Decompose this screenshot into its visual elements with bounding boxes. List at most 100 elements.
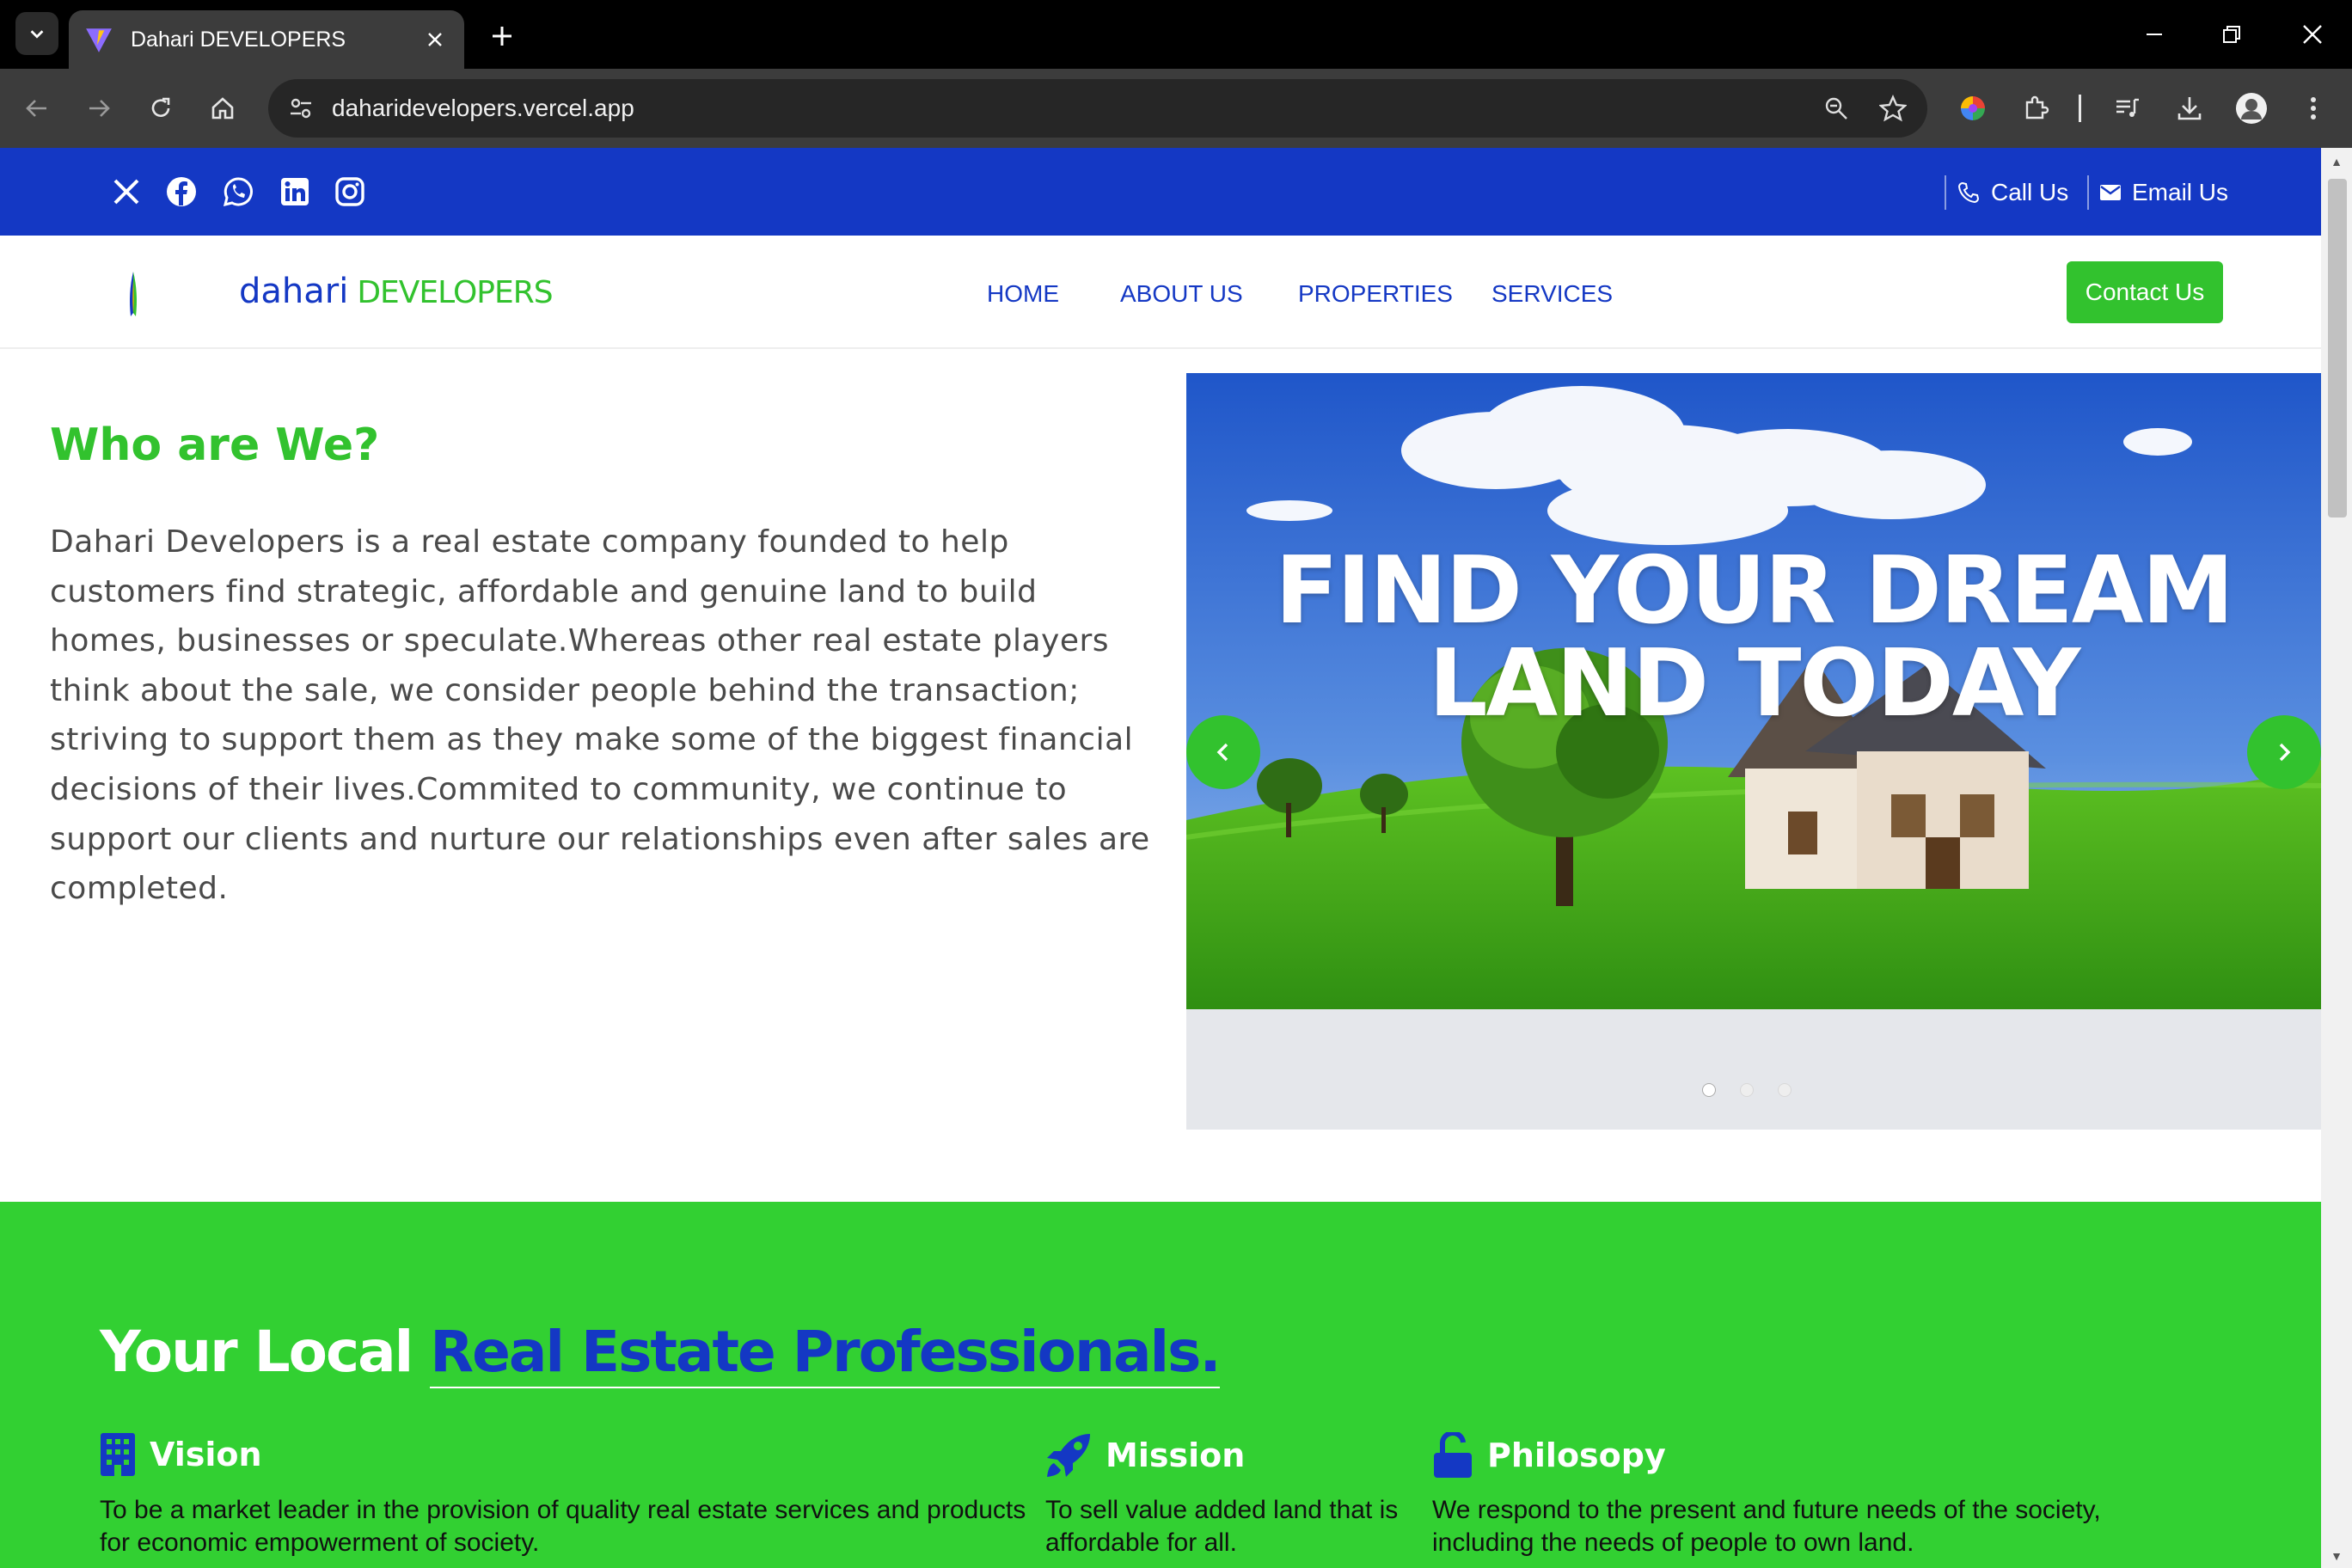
tab-search-button[interactable] [15, 12, 58, 55]
tab-title: Dahari DEVELOPERS [131, 27, 346, 52]
puzzle-icon [2025, 95, 2049, 119]
tune-icon [291, 98, 311, 119]
arrow-right-icon [89, 100, 110, 117]
avatar-icon [2236, 93, 2267, 124]
brand-logo-text[interactable]: dahari DEVELOPERS [239, 272, 554, 311]
download-icon [2177, 97, 2202, 120]
call-us-link[interactable]: Call Us [1945, 175, 2068, 210]
nav-properties[interactable]: PROPERTIES [1298, 280, 1453, 308]
call-us-label: Call Us [1991, 179, 2069, 205]
browser-tab-strip: Dahari DEVELOPERS [0, 0, 2352, 69]
minimize-icon [2147, 34, 2162, 35]
tab-close-button[interactable] [418, 22, 452, 57]
linkedin-icon [281, 178, 309, 205]
browser-toolbar: daharidevelopers.vercel.app [0, 69, 2352, 148]
email-us-link[interactable]: Email Us [2087, 175, 2228, 210]
about-paragraph: Dahari Developers is a real estate compa… [50, 524, 1150, 907]
brand-name: dahari [239, 272, 349, 311]
restore-icon [2223, 26, 2240, 43]
toolbar-separator [2079, 95, 2081, 122]
extensions-button[interactable] [2015, 87, 2058, 130]
chevron-down-icon [30, 30, 44, 39]
facebook-icon [167, 177, 196, 206]
mission-heading: Mission [1045, 1432, 1245, 1479]
nav-home[interactable]: HOME [987, 280, 1059, 308]
instagram-social-link[interactable] [332, 174, 368, 210]
phone-icon [1957, 181, 1980, 204]
whatsapp-icon [223, 177, 253, 207]
carousel-slide-image: FIND YOUR DREAM LAND TODAY [1186, 373, 2321, 1009]
site-info-button[interactable] [280, 88, 322, 129]
vision-heading-label: Vision [150, 1436, 262, 1473]
carousel-dot-3[interactable] [1778, 1083, 1792, 1097]
back-button[interactable] [15, 87, 58, 130]
carousel-dot-1[interactable] [1702, 1083, 1716, 1097]
scroll-down-arrow-icon[interactable]: ▼ [2330, 1549, 2343, 1563]
philosophy-heading-label: Philosopy [1487, 1436, 1666, 1474]
carousel-next-button[interactable] [2247, 715, 2321, 789]
hero-headline: FIND YOUR DREAM LAND TODAY [1186, 545, 2321, 731]
arrow-left-icon [26, 100, 46, 117]
building-icon [101, 1433, 135, 1476]
vision-text: To be a market leader in the provision o… [100, 1496, 1026, 1557]
facebook-social-link[interactable] [163, 174, 199, 210]
nav-about-us[interactable]: ABOUT US [1120, 280, 1243, 308]
carousel-dot-2[interactable] [1740, 1083, 1754, 1097]
reload-button[interactable] [139, 87, 182, 130]
media-control-button[interactable] [2106, 87, 2149, 130]
vite-favicon-icon [86, 28, 112, 52]
main-navbar: dahari DEVELOPERS HOME ABOUT US PROPERTIE… [0, 236, 2321, 349]
restore-button[interactable] [2206, 14, 2257, 55]
contact-us-button[interactable]: Contact Us [2067, 261, 2223, 323]
x-social-link[interactable] [108, 174, 144, 210]
email-us-label: Email Us [2132, 179, 2229, 205]
top-contact-bar: Call Us Email Us [0, 148, 2321, 236]
close-window-button[interactable] [2287, 14, 2338, 55]
home-button[interactable] [201, 87, 244, 130]
page-viewport: Call Us Email Us dahari DEVELOPERS HOME A… [0, 148, 2321, 1568]
mission-text: To sell value added land that is afforda… [1045, 1496, 1399, 1557]
browser-tab-active[interactable]: Dahari DEVELOPERS [69, 10, 464, 69]
bookmark-button[interactable] [1872, 88, 1914, 129]
chevron-left-icon [1216, 743, 1228, 762]
zoom-button[interactable] [1816, 88, 1857, 129]
queue-music-icon [2116, 98, 2139, 117]
browser-menu-button[interactable] [2292, 87, 2335, 130]
philosophy-heading: Philosopy [1432, 1432, 1666, 1479]
hero-headline-line1: FIND YOUR DREAM [1275, 537, 2234, 645]
url-text: daharidevelopers.vercel.app [332, 95, 634, 121]
reload-icon [151, 97, 170, 117]
philosophy-text: We respond to the present and future nee… [1432, 1496, 2101, 1557]
zoom-out-icon [1825, 97, 1847, 119]
hero-headline-line2: LAND TODAY [1428, 630, 2081, 738]
carousel-prev-button[interactable] [1186, 715, 1260, 789]
close-icon [428, 33, 442, 46]
home-icon [211, 97, 234, 119]
instagram-icon [335, 177, 364, 206]
nav-services[interactable]: SERVICES [1491, 280, 1613, 308]
unlock-icon [1434, 1432, 1472, 1478]
linkedin-social-link[interactable] [277, 174, 313, 210]
hero-carousel: FIND YOUR DREAM LAND TODAY [1186, 373, 2321, 1130]
close-icon [2303, 25, 2322, 44]
downloads-button[interactable] [2168, 87, 2211, 130]
x-icon [113, 179, 139, 205]
color-wheel-icon [1961, 96, 1985, 120]
mail-icon [2100, 185, 2121, 200]
address-bar[interactable]: daharidevelopers.vercel.app [268, 79, 1927, 138]
whatsapp-social-link[interactable] [220, 174, 256, 210]
scroll-up-arrow-icon[interactable]: ▲ [2330, 155, 2343, 168]
rocket-icon [1047, 1434, 1090, 1477]
new-tab-button[interactable] [483, 17, 521, 55]
plus-icon [493, 27, 511, 46]
forward-button[interactable] [77, 87, 120, 130]
logo-icon[interactable] [119, 270, 148, 318]
mission-heading-label: Mission [1106, 1436, 1246, 1474]
professionals-heading: Your Local Real Estate Professionals. [100, 1319, 1222, 1388]
page-scrollbar[interactable]: ▲ ▼ [2321, 148, 2352, 1568]
scrollbar-thumb[interactable] [2328, 179, 2347, 518]
more-vertical-icon [2311, 97, 2316, 119]
color-extension-button[interactable] [1951, 87, 1994, 130]
profile-button[interactable] [2230, 87, 2273, 130]
minimize-button[interactable] [2128, 14, 2180, 55]
